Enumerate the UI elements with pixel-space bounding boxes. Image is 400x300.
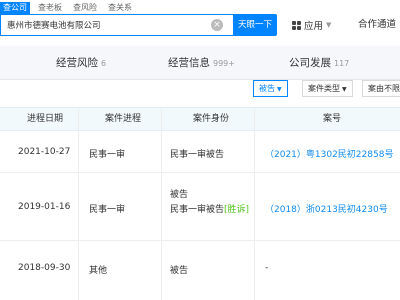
cell-identity: 民事一审被告 <box>170 150 225 160</box>
caret-down-icon: ▼ <box>342 86 347 93</box>
column-header-identity: 案件身份 <box>193 114 230 124</box>
search-tab-relation[interactable]: 查关系 <box>105 2 135 14</box>
tab-label: 经营风险 <box>56 57 98 69</box>
cell-identity: 被告 <box>170 190 189 200</box>
cell-stage: 民事一审 <box>89 205 126 215</box>
cell-case-number: - <box>265 263 269 273</box>
table-row: 2019-01-16 民事一审 被告 民事一审被告[胜诉] （2018）浙021… <box>0 173 400 241</box>
column-divider <box>161 107 162 300</box>
identity-text: 民事一审被告 <box>170 205 225 215</box>
cell-stage: 民事一审 <box>89 150 126 160</box>
search-tab-boss[interactable]: 查老板 <box>35 2 65 14</box>
tab-business-info[interactable]: 经营信息 999+ <box>168 46 235 80</box>
search-box: × <box>0 14 233 36</box>
column-header-stage: 案件进程 <box>105 114 142 124</box>
search-tab-risk[interactable]: 查风险 <box>70 2 100 14</box>
search-tab-company[interactable]: 查公司 <box>0 2 30 14</box>
tab-business-risk[interactable]: 经营风险 6 <box>56 46 106 80</box>
filter-bar: 被告 ▼ 案件类型 ▼ 案由不限 <box>0 80 400 106</box>
tab-count: 117 <box>334 59 350 68</box>
apps-label: 应用 <box>304 21 324 32</box>
search-tabs: 查公司 查老板 查风险 查关系 <box>0 2 140 14</box>
clear-icon[interactable]: × <box>211 19 223 31</box>
cell-date: 2021-10-27 <box>18 147 71 157</box>
column-header-case-number: 案号 <box>323 114 342 124</box>
chevron-down-icon: ▼ <box>326 21 332 29</box>
tab-count: 999+ <box>213 59 235 68</box>
filter-defendant[interactable]: 被告 ▼ <box>253 80 288 97</box>
case-number-link[interactable]: （2018）浙0213民初4230号 <box>265 202 388 215</box>
table-row: 2018-09-30 其他 被告 - <box>0 241 400 300</box>
tab-count: 6 <box>101 59 107 68</box>
filter-case-type[interactable]: 案件类型 ▼ <box>302 80 353 97</box>
caret-down-icon: ▼ <box>277 86 282 93</box>
win-badge: [胜诉] <box>224 205 250 215</box>
tab-company-development[interactable]: 公司发展 117 <box>289 46 349 80</box>
column-divider <box>254 107 255 300</box>
cell-date: 2018-09-30 <box>18 263 71 273</box>
tab-label: 公司发展 <box>289 57 331 69</box>
filter-label: 案由不限 <box>368 84 400 93</box>
cell-identity-detail: 民事一审被告[胜诉] <box>170 202 249 215</box>
tab-label: 经营信息 <box>168 57 210 69</box>
cell-identity: 被告 <box>170 266 189 276</box>
apps-grid-icon <box>292 20 301 30</box>
search-input[interactable] <box>7 15 203 35</box>
cell-date: 2019-01-16 <box>18 202 71 212</box>
column-divider <box>78 107 79 300</box>
filter-case-cause[interactable]: 案由不限 <box>362 80 400 97</box>
table-row: 2021-10-27 民事一审 民事一审被告 （2021）粤1302民初2285… <box>0 131 400 173</box>
filter-label: 被告 <box>259 84 275 93</box>
filter-label: 案件类型 <box>308 84 340 93</box>
column-header-date: 进程日期 <box>27 114 64 124</box>
search-button[interactable]: 天眼一下 <box>233 14 277 36</box>
section-tabs: 经营风险 6 经营信息 999+ 公司发展 117 <box>0 46 400 80</box>
cell-stage: 其他 <box>89 266 108 276</box>
table-header: 进程日期 案件进程 案件身份 案号 <box>0 107 400 131</box>
top-bar: 查公司 查老板 查风险 查关系 × 天眼一下 应用 ▼ 合作通道 <box>0 0 400 46</box>
partner-channel-link[interactable]: 合作通道 <box>358 15 396 35</box>
apps-menu[interactable]: 应用 ▼ <box>292 15 331 35</box>
case-number-link[interactable]: （2021）粤1302民初22858号 <box>265 147 393 160</box>
